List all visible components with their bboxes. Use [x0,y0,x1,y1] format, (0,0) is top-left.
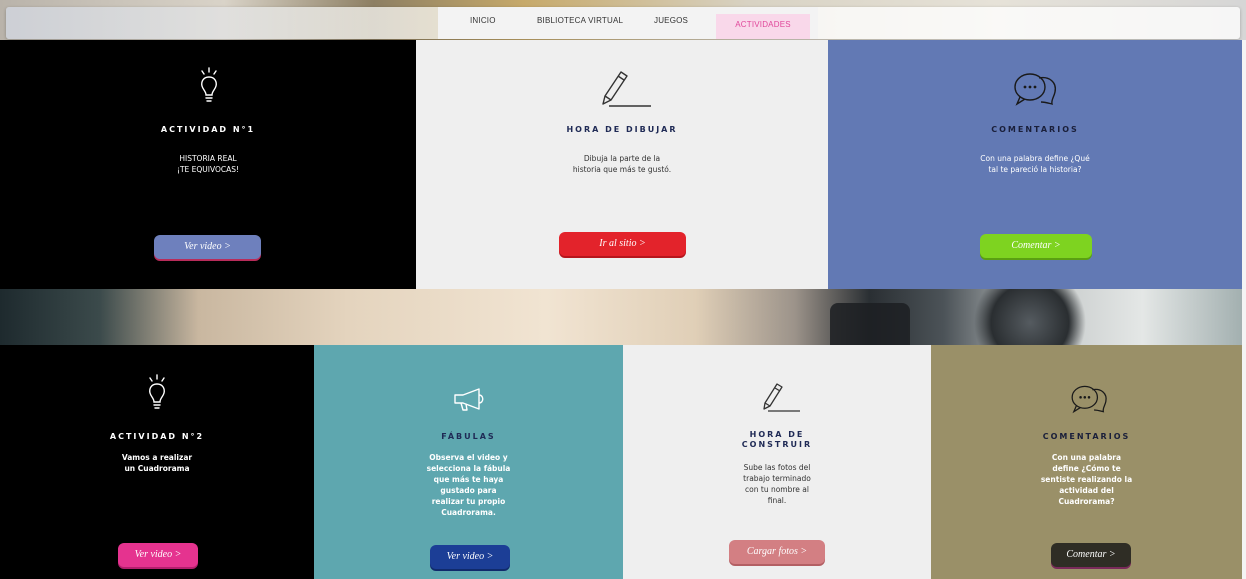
chat-bubbles-icon [1014,73,1056,106]
lightbulb-icon [201,67,217,102]
hora-de-dibujar-panel: HORA DE DIBUJAR Dibuja la parte de la hi… [416,40,828,289]
ver-video-button-3[interactable]: Ver video > [430,545,510,569]
comentarios-2-desc-line: Con una palabra [1051,453,1122,462]
hora-de-construir-desc-line: trabajo terminado [743,474,811,483]
megaphone-icon [454,388,484,411]
activity-1-desc-line2: ¡TE EQUIVOCAS! [176,165,240,174]
hora-de-dibujar-title: HORA DE DIBUJAR [566,125,678,134]
fabulas-title: FÁBULAS [441,432,496,441]
fabulas-desc-line: realizar tu propio [431,497,506,506]
pencil-icon [763,383,800,412]
hora-de-construir-desc-line: final. [767,496,787,505]
fabulas-desc-line: que más te haya [433,475,504,484]
comentarios-1-desc-line2: tal te pareció la historia? [988,165,1082,174]
activity-2-title: ACTIVIDAD N°2 [109,432,205,441]
hora-de-construir-title-line1: HORA DE [749,430,805,439]
fabulas-desc-line: gustado para [440,486,497,495]
activity-2-desc-line2: un Cuadrorama [124,464,190,473]
nav-item-juegos[interactable]: JUEGOS [654,16,688,39]
lightbulb-icon [149,374,165,409]
hora-de-construir-desc-line: Sube las fotos del [743,463,811,472]
fabulas-desc-line: Cuadrorama. [441,508,496,517]
nav-item-biblioteca-virtual[interactable]: BIBLIOTECA VIRTUAL [537,16,623,39]
activity-2-desc-line1: Vamos a realizar [121,453,193,462]
photo-banner [0,289,1242,345]
activity-2-panel: ACTIVIDAD N°2 Vamos a realizar un Cuadro… [0,345,314,579]
comentarios-2-desc-line: define ¿Cómo te [1052,464,1121,473]
activity-1-panel: ACTIVIDAD N°1 HISTORIA REAL ¡TE EQUIVOCA… [0,40,416,289]
cargar-fotos-button[interactable]: Cargar fotos > [729,540,825,564]
fabulas-panel: FÁBULAS Observa el video y selecciona la… [314,345,623,579]
hora-de-construir-title-line2: CONSTRUIR [741,440,813,449]
comentarios-2-desc-line: Cuadrorama? [1058,497,1115,506]
ver-video-button[interactable]: Ver video > [154,235,261,259]
nav-blur-area [6,7,438,39]
ver-video-button-2[interactable]: Ver video > [118,543,198,567]
comentarios-2-desc-line: actividad del [1059,486,1114,495]
fabulas-desc-line: Observa el video y [429,453,508,462]
fabulas-desc-line: selecciona la fábula [426,464,511,473]
main-nav: INICIO BIBLIOTECA VIRTUAL JUEGOS ACTIVID… [6,7,1240,39]
hora-de-construir-desc-line: con tu nombre al [745,485,809,494]
photo-dark-shape [830,303,910,345]
comentarios-1-title: COMENTARIOS [991,125,1079,134]
ir-al-sitio-button[interactable]: Ir al sitio > [559,232,686,256]
activity-1-title: ACTIVIDAD N°1 [160,125,256,134]
comentarios-2-desc-line: sentiste realizando la [1040,475,1133,484]
hora-de-dibujar-desc-line1: Dibuja la parte de la [583,154,661,163]
comentarios-1-desc-line1: Con una palabra define ¿Qué [980,154,1090,163]
scrollbar[interactable] [1242,40,1246,579]
comentar-button-2[interactable]: Comentar > [1051,543,1131,567]
photo-camera-shape [960,289,1100,345]
nav-item-actividades[interactable]: ACTIVIDADES [716,14,810,39]
comentar-button-1[interactable]: Comentar > [980,234,1092,258]
activity-1-desc-line1: HISTORIA REAL [179,154,237,163]
comentarios-2-title: COMENTARIOS [1042,432,1131,441]
comentarios-panel-1: COMENTARIOS Con una palabra define ¿Qué … [828,40,1242,289]
hora-de-dibujar-desc-line2: historia que más te gustó. [572,165,672,174]
nav-item-inicio[interactable]: INICIO [470,16,496,39]
comentarios-panel-2: COMENTARIOS Con una palabra define ¿Cómo… [931,345,1242,579]
hora-de-construir-panel: HORA DE CONSTRUIR Sube las fotos del tra… [623,345,931,579]
chat-bubbles-icon [1071,385,1107,414]
pencil-icon [602,71,651,107]
